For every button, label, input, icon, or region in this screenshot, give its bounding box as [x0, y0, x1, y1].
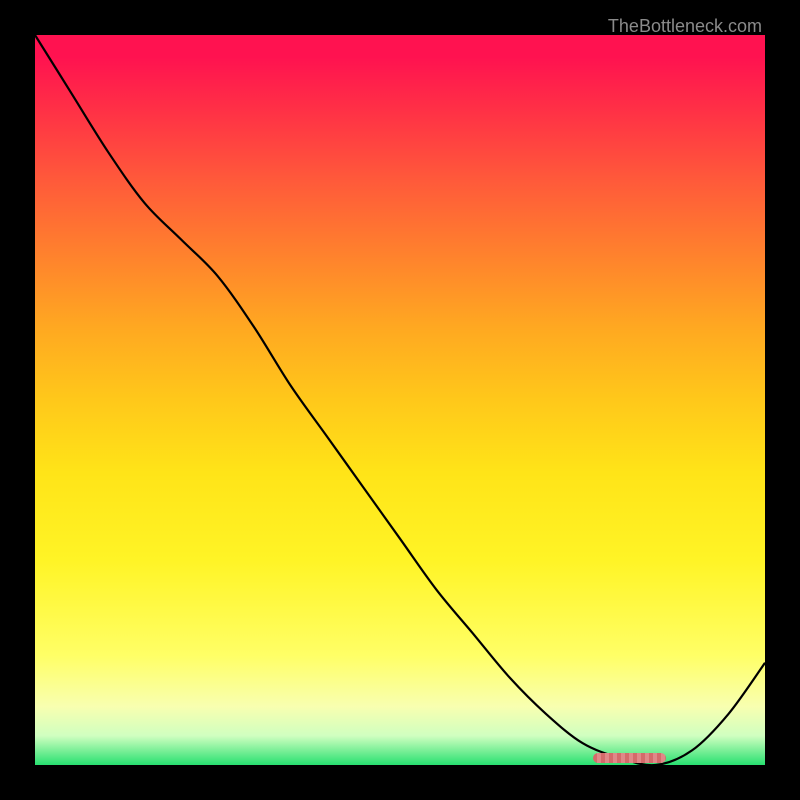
attribution-text: TheBottleneck.com — [608, 16, 762, 37]
bottleneck-curve — [35, 35, 765, 765]
optimal-range-marker — [593, 753, 666, 763]
